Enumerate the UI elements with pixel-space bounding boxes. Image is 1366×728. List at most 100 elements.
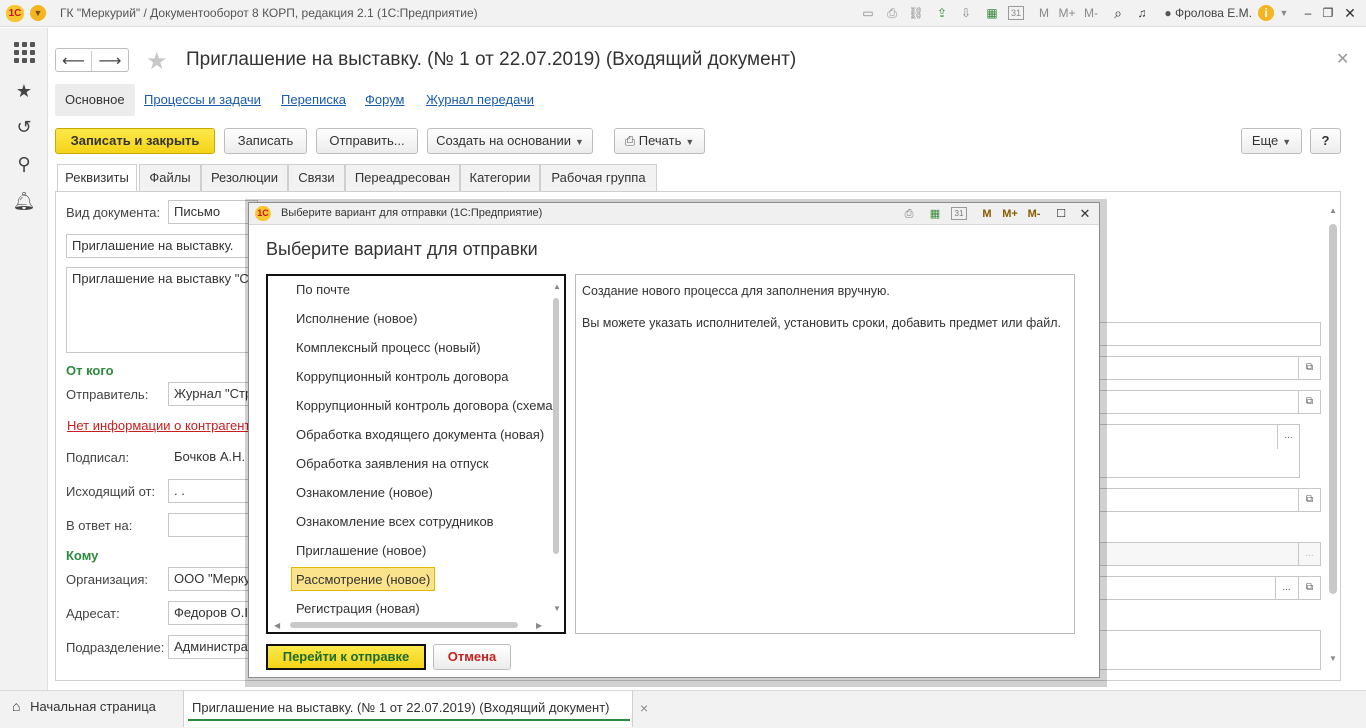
main-menu-icon[interactable]: ▼ (30, 5, 46, 21)
list-horizontal-scrollbar[interactable] (290, 622, 518, 628)
cancel-button[interactable]: Отмена (433, 644, 511, 670)
memory-plus-icon[interactable]: M+ (999, 206, 1021, 222)
content-field[interactable]: Приглашение на выставку "С (66, 267, 258, 353)
info-icon[interactable]: i (1258, 5, 1274, 21)
tab-redirected[interactable]: Переадресован (345, 164, 460, 191)
scroll-down-icon[interactable]: ▼ (553, 604, 561, 613)
tab-resolutions[interactable]: Резолюции (201, 164, 288, 191)
calendar-icon[interactable]: 31 (1008, 6, 1024, 20)
print-icon[interactable]: ⎙ (884, 5, 900, 21)
right-field[interactable]: ... ⧉ (1098, 576, 1321, 600)
search-icon[interactable]: ⚲ (12, 152, 36, 176)
nav-main[interactable]: Основное (55, 84, 135, 116)
ellipsis-icon[interactable]: ... (1277, 425, 1299, 449)
ellipsis-icon[interactable]: ... (1275, 577, 1297, 599)
list-item[interactable]: Регистрация (новая) (292, 597, 424, 621)
ellipsis-icon[interactable]: ... (1298, 543, 1320, 565)
calculator-icon[interactable]: ▦ (984, 5, 1000, 21)
list-item[interactable]: Исполнение (новое) (292, 307, 421, 331)
favorites-star-icon[interactable]: ★ (12, 79, 36, 103)
favorite-star-icon[interactable]: ★ (146, 47, 168, 76)
list-item[interactable]: Обработка заявления на отпуск (292, 452, 492, 476)
print-button[interactable]: ⎙ Печать ▼ (614, 128, 705, 154)
close-tab-icon[interactable]: × (640, 700, 648, 716)
restore-icon[interactable]: ❐ (1320, 5, 1336, 21)
close-form-icon[interactable]: ✕ (1336, 49, 1349, 69)
memory-m-icon[interactable]: M (1036, 5, 1052, 21)
list-item[interactable]: Комплексный процесс (новый) (292, 336, 485, 360)
minimize-icon[interactable]: ‒ (1300, 5, 1316, 21)
list-item[interactable]: Коррупционный контроль договора (292, 365, 512, 389)
right-field[interactable]: ⧉ (1098, 488, 1321, 512)
scroll-down-icon[interactable]: ▼ (1329, 654, 1337, 663)
no-contractor-info-link[interactable]: Нет информации о контрагенте (67, 418, 258, 433)
notifications-bell-icon[interactable]: 🔔︎ (12, 189, 36, 213)
nav-processes-link[interactable]: Процессы и задачи (144, 92, 261, 107)
form-scrollbar[interactable] (1329, 224, 1337, 594)
apps-grid-icon[interactable] (12, 40, 36, 64)
list-item[interactable]: По почте (292, 278, 354, 302)
right-field[interactable] (1098, 322, 1321, 346)
right-field[interactable]: ... (1098, 542, 1321, 566)
save-button[interactable]: Записать (224, 128, 307, 154)
help-button[interactable]: ? (1310, 128, 1341, 154)
close-icon[interactable]: ✕ (1342, 5, 1358, 21)
tab-files[interactable]: Файлы (139, 164, 201, 191)
send-button[interactable]: Отправить... (316, 128, 418, 154)
scroll-up-icon[interactable]: ▲ (553, 282, 561, 291)
calculator-icon[interactable]: ▦ (927, 206, 943, 222)
go-to-send-button[interactable]: Перейти к отправке (266, 644, 426, 670)
list-item[interactable]: Приглашение (новое) (292, 539, 430, 563)
list-item[interactable]: Коррупционный контроль договора (схема (292, 394, 557, 418)
history-icon[interactable]: ↺ (12, 115, 36, 139)
open-icon[interactable]: ⧉ (1298, 357, 1320, 379)
open-icon[interactable]: ⧉ (1298, 577, 1320, 599)
search-icon[interactable]: ⌕ (1110, 5, 1126, 21)
list-item[interactable]: Ознакомление всех сотрудников (292, 510, 498, 534)
list-item[interactable]: Ознакомление (новое) (292, 481, 437, 505)
send-variant-list[interactable]: По почте Исполнение (новое) Комплексный … (266, 274, 566, 634)
subject-field[interactable]: Приглашение на выставку. (66, 234, 258, 258)
bell-icon[interactable]: ♫ (1134, 5, 1150, 21)
memory-plus-icon[interactable]: M+ (1056, 5, 1078, 21)
upload-icon[interactable]: ⇪ (934, 5, 950, 21)
list-vertical-scrollbar[interactable] (553, 298, 559, 554)
home-tab[interactable]: ⌂ Начальная страница (12, 698, 156, 714)
open-icon[interactable]: ⧉ (1298, 489, 1320, 511)
save-icon[interactable]: ▭ (860, 5, 876, 21)
maximize-icon[interactable]: ☐ (1053, 206, 1069, 222)
nav-correspondence-link[interactable]: Переписка (281, 92, 346, 107)
calendar-icon[interactable]: 31 (951, 207, 967, 220)
memory-m-icon[interactable]: M (979, 206, 995, 222)
right-field[interactable]: ⧉ (1098, 356, 1321, 380)
scroll-up-icon[interactable]: ▲ (1329, 206, 1337, 215)
nav-forum-link[interactable]: Форум (365, 92, 405, 107)
tab-requisites[interactable]: Реквизиты (57, 164, 137, 192)
tab-work-group[interactable]: Рабочая группа (540, 164, 657, 191)
download-icon[interactable]: ⇩ (958, 5, 974, 21)
right-field[interactable]: ⧉ (1098, 390, 1321, 414)
more-button[interactable]: Еще ▼ (1241, 128, 1302, 154)
list-item[interactable]: Обработка входящего документа (новая) (292, 423, 548, 447)
create-based-on-button[interactable]: Создать на основании ▼ (427, 128, 593, 154)
close-icon[interactable]: ✕ (1077, 206, 1093, 222)
user-name[interactable]: Фролова Е.М. (1175, 6, 1252, 20)
memory-minus-icon[interactable]: M- (1080, 5, 1102, 21)
scroll-right-icon[interactable]: ▶ (536, 621, 542, 630)
link-icon[interactable]: ⛓ (908, 5, 924, 21)
print-icon[interactable]: ⎙ (901, 206, 917, 222)
tab-links[interactable]: Связи (288, 164, 345, 191)
open-icon[interactable]: ⧉ (1298, 391, 1320, 413)
scroll-left-icon[interactable]: ◀ (274, 621, 280, 630)
document-tab[interactable]: Приглашение на выставку. (№ 1 от 22.07.2… (183, 691, 633, 727)
info-menu-icon[interactable]: ▼ (1276, 5, 1292, 21)
list-item-selected[interactable]: Рассмотрение (новое) (291, 567, 436, 591)
back-arrow-icon[interactable]: ⟵ (56, 51, 92, 71)
forward-arrow-icon[interactable]: ⟶ (92, 51, 128, 71)
save-and-close-button[interactable]: Записать и закрыть (55, 128, 215, 154)
right-field[interactable]: ... (1098, 424, 1300, 478)
nav-transfer-log-link[interactable]: Журнал передачи (426, 92, 534, 107)
right-field[interactable] (1098, 630, 1321, 670)
tab-categories[interactable]: Категории (460, 164, 540, 191)
memory-minus-icon[interactable]: M- (1023, 206, 1045, 222)
